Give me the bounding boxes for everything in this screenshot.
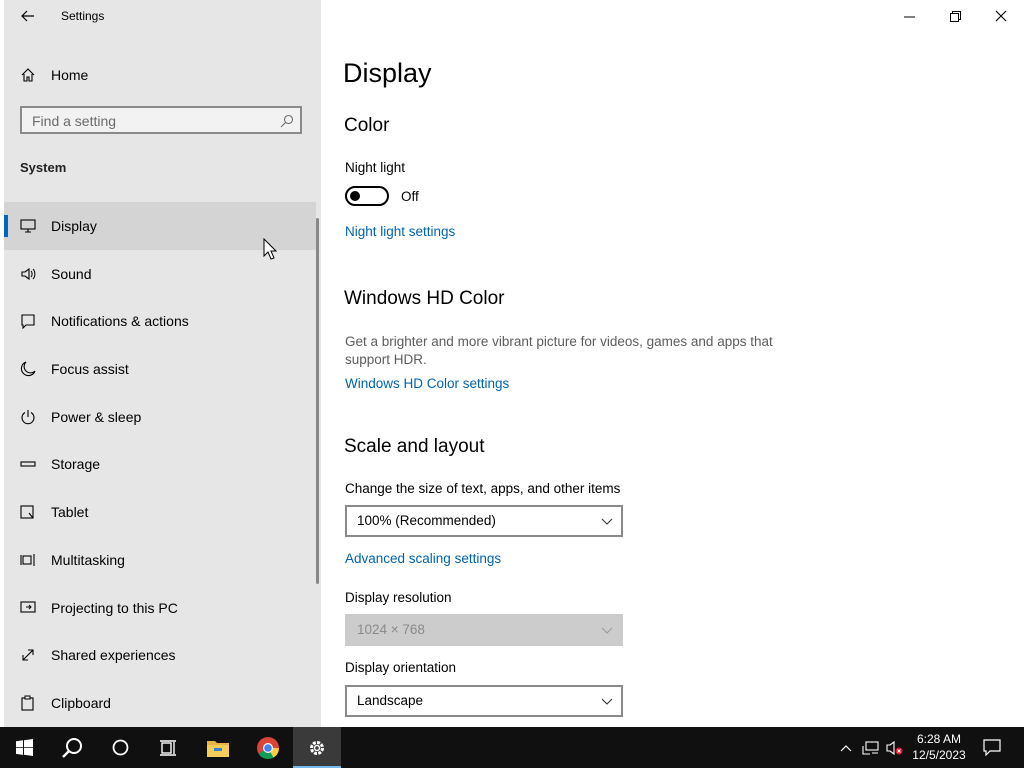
chevron-down-icon [601,518,613,525]
mouse-cursor-icon [263,238,277,260]
advanced-scaling-link[interactable]: Advanced scaling settings [345,551,501,566]
search-icon [280,114,294,128]
start-button[interactable] [0,727,48,768]
sidebar-item-shared-experiences[interactable]: Shared experiences [4,631,316,679]
gear-icon [310,740,324,755]
search-input[interactable]: Find a setting [20,106,302,134]
search-icon [62,737,82,758]
chrome-icon [257,736,279,759]
sidebar: Settings Home Find a setting System Disp… [4,0,321,727]
clock-date: 12/5/2023 [912,748,966,762]
storage-icon [20,461,36,467]
sidebar-item-label: Tablet [51,504,89,521]
file-explorer-button[interactable] [194,727,242,768]
toggle-knob [350,191,360,201]
clipboard-icon [21,695,34,711]
sidebar-item-label: Projecting to this PC [51,599,178,616]
hdr-heading: Windows HD Color [344,288,505,309]
sidebar-item-label: Storage [51,456,101,473]
task-view-icon [160,739,176,756]
sidebar-scrollbar[interactable] [316,218,319,584]
sidebar-item-storage[interactable]: Storage [4,440,316,488]
chrome-button[interactable] [244,727,292,768]
resolution-value: 1024 × 768 [357,622,425,637]
action-center-icon [983,739,1001,756]
volume-button[interactable] [884,727,906,768]
sidebar-item-notifications[interactable]: Notifications & actions [4,297,316,345]
projecting-icon [20,600,36,613]
size-label: Change the size of text, apps, and other… [345,481,621,496]
orientation-value: Landscape [357,693,424,708]
system-nav: Display Sound Notifications & actions Fo… [4,202,321,727]
windows-logo-icon [15,739,33,756]
night-light-state: Off [401,189,419,204]
scale-heading: Scale and layout [344,436,485,457]
main-content: Display Color Night light Off Night ligh… [322,0,1024,727]
hdr-description: Get a brighter and more vibrant picture … [345,334,773,367]
sidebar-item-label: Sound [51,265,92,282]
sidebar-item-label: Shared experiences [51,647,176,664]
sidebar-item-label: Display [51,218,97,234]
back-button[interactable] [16,6,40,26]
color-heading: Color [344,115,390,136]
night-light-settings-link[interactable]: Night light settings [345,224,455,239]
folder-icon [207,740,229,757]
scale-select[interactable]: 100% (Recommended) [345,505,623,537]
sidebar-item-label: Power & sleep [51,408,142,425]
sidebar-item-label: Multitasking [51,551,125,568]
home-icon [21,68,35,82]
app-title: Settings [61,9,105,23]
cortana-button[interactable] [96,727,144,768]
hdr-settings-link[interactable]: Windows HD Color settings [345,376,509,391]
resolution-select: 1024 × 768 [345,614,623,646]
sidebar-item-label: Focus assist [51,361,129,378]
multitasking-icon [20,553,35,566]
network-button[interactable] [860,727,882,768]
section-label: System [20,160,67,175]
sidebar-item-projecting[interactable]: Projecting to this PC [4,584,316,632]
scale-value: 100% (Recommended) [357,513,496,528]
show-hidden-icons-button[interactable] [836,727,856,768]
clock-time: 6:28 AM [916,732,962,746]
power-icon [21,409,35,424]
night-light-label: Night light [345,160,406,175]
settings-taskbar-button[interactable] [293,727,341,768]
chevron-up-icon [840,744,852,751]
notification-icon [21,314,35,330]
shared-experiences-icon [22,649,34,661]
cortana-icon [112,739,128,756]
sidebar-item-multitasking[interactable]: Multitasking [4,536,316,584]
home-nav-item[interactable]: Home [4,58,321,92]
page-title: Display [343,58,432,88]
moon-icon [20,361,36,377]
monitor-icon [20,219,36,233]
resolution-label: Display resolution [345,590,452,605]
speaker-icon [21,267,36,280]
sidebar-item-clipboard[interactable]: Clipboard [4,679,316,727]
sidebar-item-tablet[interactable]: Tablet [4,488,316,536]
chevron-down-icon [601,627,613,634]
search-button[interactable] [48,727,96,768]
taskbar-clock[interactable]: 6:28 AM 12/5/2023 [906,731,972,763]
chevron-down-icon [601,698,613,705]
tablet-icon [20,505,34,519]
sidebar-item-focus-assist[interactable]: Focus assist [4,345,316,393]
back-arrow-icon [21,10,34,22]
orientation-select[interactable]: Landscape [345,685,623,717]
sidebar-item-label: Notifications & actions [51,313,189,330]
sidebar-item-power-sleep[interactable]: Power & sleep [4,393,316,441]
home-label: Home [51,67,89,83]
sidebar-item-label: Clipboard [51,694,111,711]
volume-muted-icon [886,740,903,755]
action-center-button[interactable] [978,727,1006,768]
orientation-label: Display orientation [345,660,457,675]
taskbar: 6:28 AM 12/5/2023 [0,727,1024,768]
network-icon [862,740,879,755]
search-placeholder: Find a setting [32,113,117,129]
night-light-toggle[interactable] [345,186,389,206]
task-view-button[interactable] [144,727,192,768]
